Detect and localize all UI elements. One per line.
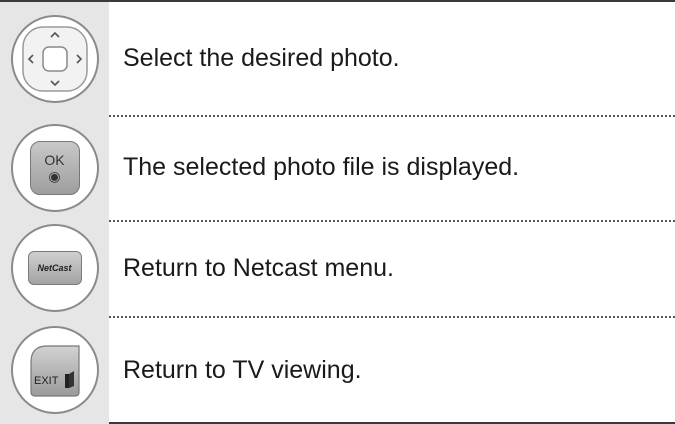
icon-cell: EXIT: [0, 316, 109, 424]
netcast-button-icon: NetCast: [10, 224, 99, 312]
instruction-row-ok: OK ◉ The selected photo file is displaye…: [0, 115, 675, 220]
netcast-button-face: NetCast: [27, 251, 82, 285]
netcast-label: NetCast: [37, 263, 72, 273]
instruction-text: Return to TV viewing.: [123, 355, 362, 384]
instruction-row-netcast: NetCast Return to Netcast menu.: [0, 220, 675, 316]
ok-button-face: OK ◉: [29, 140, 80, 195]
instruction-row-exit: EXIT Return to TV viewing.: [0, 316, 675, 424]
icon-cell: NetCast: [0, 220, 109, 316]
icon-cell: OK ◉: [0, 115, 109, 220]
nav-pad-icon: [10, 14, 99, 103]
ok-button-icon: OK ◉: [10, 123, 99, 212]
instruction-table: Select the desired photo. OK ◉ The selec…: [0, 0, 675, 424]
instruction-text: Return to Netcast menu.: [123, 253, 394, 282]
instruction-text: The selected photo file is displayed.: [123, 153, 520, 181]
ok-label: OK: [44, 152, 65, 168]
exit-label: EXIT: [34, 375, 59, 387]
ok-dot-icon: ◉: [48, 168, 61, 184]
icon-cell: [0, 2, 109, 115]
exit-button-icon: EXIT: [10, 326, 99, 414]
instruction-text: Select the desired photo.: [123, 44, 400, 72]
instruction-row-select: Select the desired photo.: [0, 2, 675, 115]
